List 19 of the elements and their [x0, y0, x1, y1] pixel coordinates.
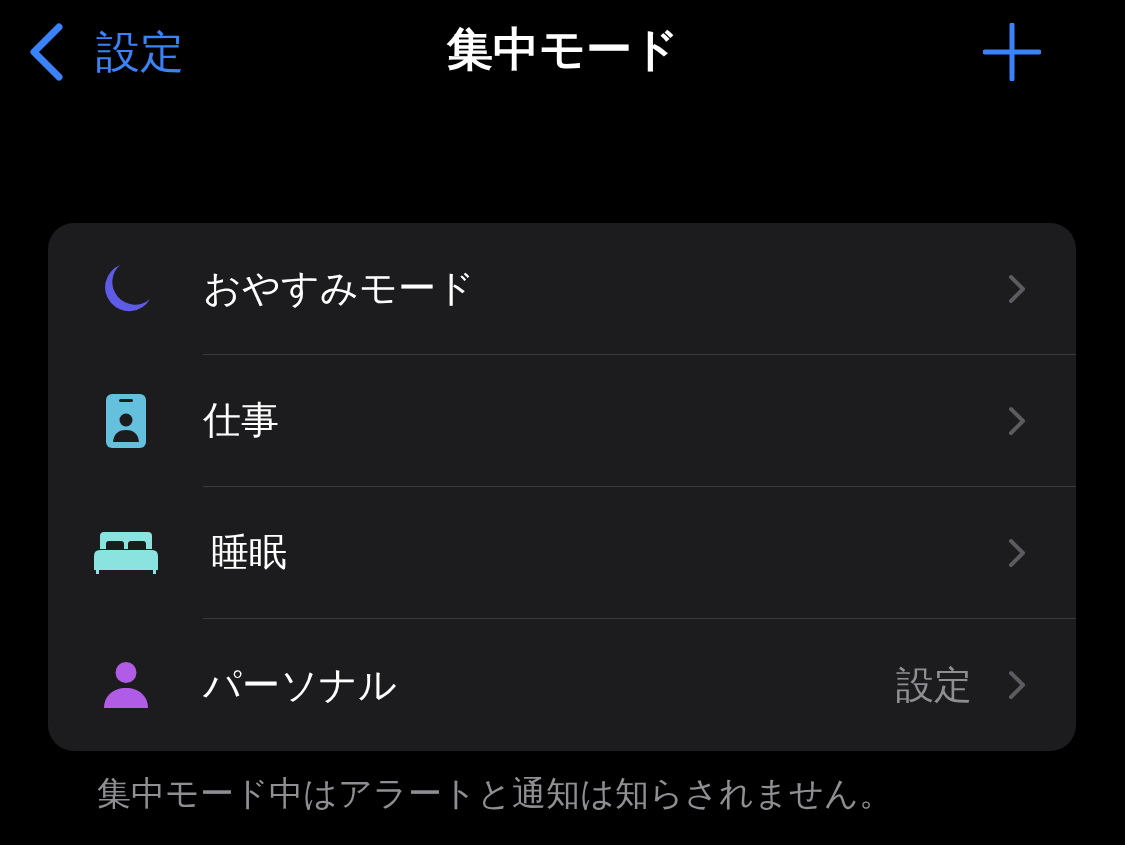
back-chevron-icon: [28, 23, 64, 81]
add-button[interactable]: [983, 23, 1041, 81]
mode-detail: 設定: [896, 662, 972, 708]
focus-mode-row[interactable]: パーソナル 設定: [48, 619, 1076, 751]
footer-note: 集中モード中はアラートと通知は知らされません。: [97, 773, 894, 814]
chevron-icon: [1008, 670, 1026, 700]
back-button[interactable]: 設定: [28, 23, 184, 81]
mode-name: 睡眠: [210, 530, 288, 575]
chevron-icon: [1008, 273, 1026, 304]
focus-mode-row[interactable]: おやすみモード: [48, 223, 1076, 355]
plus-icon: [983, 23, 1041, 81]
chevron-icon: [1008, 405, 1026, 436]
screen-title: 集中モード: [446, 22, 679, 78]
mode-name: 仕事: [203, 398, 280, 443]
mode-name: パーソナル: [203, 662, 398, 708]
chevron-icon: [1008, 537, 1026, 568]
focus-mode-row[interactable]: 睡眠: [48, 487, 1076, 619]
focus-mode-row[interactable]: 仕事: [48, 355, 1076, 487]
mode-name: おやすみモード: [203, 266, 476, 311]
